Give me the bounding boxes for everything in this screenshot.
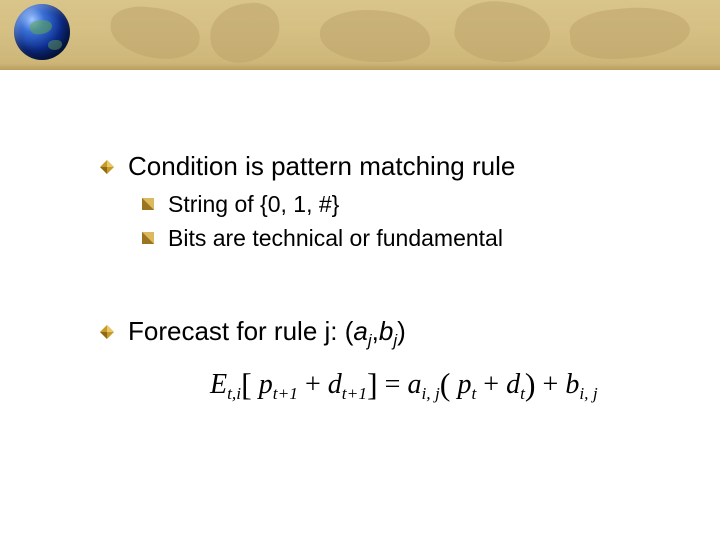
bullet-forecast: Forecast for rule j: (aj,bj) xyxy=(100,315,670,352)
f-E: E xyxy=(210,369,227,400)
f-lbracket: [ xyxy=(241,366,252,402)
map-decoration xyxy=(568,3,692,63)
f-plus1: + xyxy=(298,369,328,400)
f-a: a xyxy=(407,369,421,400)
slide-content: Condition is pattern matching rule Strin… xyxy=(0,90,720,402)
bullet-text: Bits are technical or fundamental xyxy=(168,225,503,251)
f-d2: d xyxy=(506,369,520,400)
bullet-condition: Condition is pattern matching rule xyxy=(100,150,670,183)
banner xyxy=(0,0,720,70)
f-a-sub: i, j xyxy=(421,384,439,403)
f-d1-sub: t+1 xyxy=(342,384,367,403)
f-p2: p xyxy=(457,369,471,400)
diamond-bullet-icon xyxy=(100,160,114,174)
map-decoration xyxy=(108,3,203,62)
f-b-sub: i, j xyxy=(579,384,597,403)
f-plus2: + xyxy=(476,369,506,400)
bullet-text: Forecast for rule j: (aj,bj) xyxy=(128,316,406,346)
map-decoration xyxy=(206,0,283,67)
f-plus3: + xyxy=(536,369,566,400)
square-bullet-icon xyxy=(142,198,154,210)
map-decoration xyxy=(320,10,430,62)
bullet-text: Condition is pattern matching rule xyxy=(128,151,515,181)
bullet-string: String of {0, 1, #} xyxy=(142,189,670,221)
globe-icon xyxy=(14,4,70,60)
f-E-sub: t,i xyxy=(227,384,241,403)
formula: Et,i[ pt+1 + dt+1] = ai, j( pt + dt) + b… xyxy=(210,368,670,402)
forecast-b: b xyxy=(379,316,393,346)
f-rparen: ) xyxy=(525,366,536,402)
f-d1: d xyxy=(328,369,342,400)
bullet-bits: Bits are technical or fundamental xyxy=(142,223,670,255)
f-rbracket: ] xyxy=(367,366,378,402)
forecast-comma: , xyxy=(372,316,379,346)
map-decoration xyxy=(451,0,555,70)
diamond-bullet-icon xyxy=(100,325,114,339)
forecast-prefix: Forecast for rule j: ( xyxy=(128,316,353,346)
forecast-a: a xyxy=(353,316,367,346)
bullet-text: String of {0, 1, #} xyxy=(168,191,339,217)
f-eq: = xyxy=(378,369,408,400)
f-p1-sub: t+1 xyxy=(273,384,298,403)
f-lparen: ( xyxy=(440,366,451,402)
forecast-suffix: ) xyxy=(397,316,406,346)
f-p1: p xyxy=(259,369,273,400)
square-bullet-icon xyxy=(142,232,154,244)
f-b: b xyxy=(565,369,579,400)
slide: Condition is pattern matching rule Strin… xyxy=(0,0,720,540)
